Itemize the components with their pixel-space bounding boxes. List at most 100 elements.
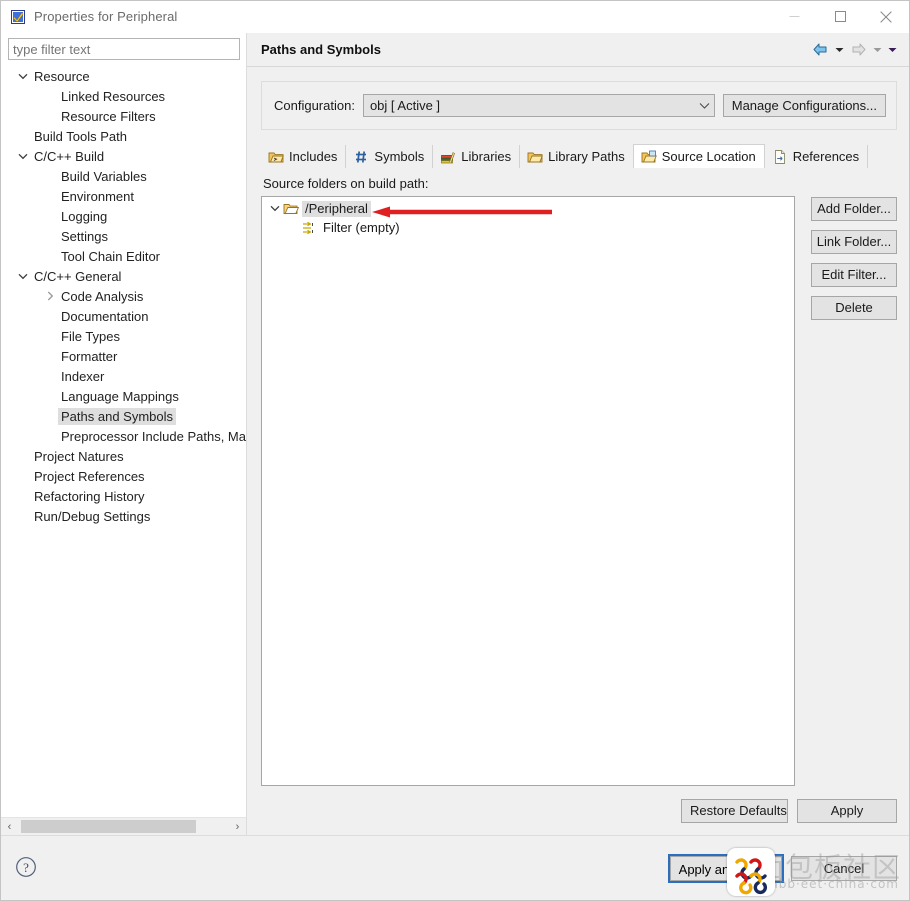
configuration-combo[interactable]: obj [ Active ] (362, 94, 715, 117)
page-nav-buttons (809, 39, 899, 61)
close-button[interactable] (863, 1, 909, 32)
source-folder-label: Filter (empty) (323, 219, 400, 235)
tab-symbols[interactable]: Symbols (345, 145, 434, 168)
back-arrow-icon[interactable] (809, 39, 831, 61)
forward-arrow-icon[interactable] (847, 39, 869, 61)
settings-nav-pane: Resource Linked Resources Resource Filters… (1, 33, 247, 835)
sidebar-item-file-types[interactable]: File Types (1, 326, 246, 346)
sidebar-item-indexer[interactable]: Indexer (1, 366, 246, 386)
tab-includes[interactable]: Includes (261, 145, 347, 168)
library-folder-icon (527, 149, 544, 165)
tab-libraries[interactable]: Libraries (432, 145, 521, 168)
tab-label: Symbols (374, 149, 425, 164)
svg-text:?: ? (23, 860, 29, 875)
sidebar-item-settings[interactable]: Settings (1, 226, 246, 246)
delete-button[interactable]: Delete (811, 296, 897, 320)
sidebar-item-resource-filters[interactable]: Resource Filters (1, 106, 246, 126)
sidebar-item-label: Project References (34, 468, 145, 484)
sidebar-item-label: Run/Debug Settings (34, 508, 151, 524)
dialog-body: Resource Linked Resources Resource Filters… (1, 33, 909, 835)
sidebar-item-project-natures[interactable]: Project Natures (1, 446, 246, 466)
page-title: Paths and Symbols (261, 42, 381, 57)
tab-label: References (792, 149, 860, 164)
sidebar-item-linked-resources[interactable]: Linked Resources (1, 86, 246, 106)
filter-container (1, 33, 246, 64)
sidebar-item-run-debug-settings[interactable]: Run/Debug Settings (1, 506, 246, 526)
sidebar-item-label: Build Variables (61, 168, 147, 184)
title-bar: Properties for Peripheral (1, 1, 909, 33)
sidebar-item-label: Formatter (61, 348, 118, 364)
sidebar-item-build-variables[interactable]: Build Variables (1, 166, 246, 186)
tab-label: Libraries (461, 149, 512, 164)
tab-references[interactable]: References (763, 145, 869, 168)
sidebar-item-environment[interactable]: Environment (1, 186, 246, 206)
sidebar-item-label: Refactoring History (34, 488, 145, 504)
chevron-down-icon[interactable] (15, 153, 31, 160)
help-question-icon[interactable]: ? (15, 856, 39, 880)
add-folder-button[interactable]: Add Folder... (811, 197, 897, 221)
hash-icon (353, 149, 369, 165)
source-folder-row[interactable]: /Peripheral (262, 199, 794, 218)
edit-filter-button[interactable]: Edit Filter... (811, 263, 897, 287)
chevron-down-icon[interactable] (15, 273, 31, 280)
manage-configurations-button[interactable]: Manage Configurations... (722, 94, 886, 117)
apply-and-close-button[interactable]: Apply and Close (668, 853, 784, 883)
tab-library-paths[interactable]: Library Paths (519, 145, 634, 168)
sidebar-item-label: C/C++ Build (34, 148, 105, 164)
forward-menu-chevron-down-icon[interactable] (870, 39, 884, 61)
sidebar-item-label: Resource (34, 68, 90, 84)
sidebar-item-tool-chain-editor[interactable]: Tool Chain Editor (1, 246, 246, 266)
sidebar-item-language-mappings[interactable]: Language Mappings (1, 386, 246, 406)
sidebar-item-label: Logging (61, 208, 108, 224)
chevron-down-icon[interactable] (266, 205, 283, 212)
tab-source-location[interactable]: Source Location (632, 144, 765, 168)
eclipse-checkmark-icon (10, 9, 26, 25)
sidebar-item-label: Language Mappings (61, 388, 179, 404)
sidebar-item-label: Project Natures (34, 448, 124, 464)
includes-folder-icon (268, 149, 284, 165)
nav-horizontal-scrollbar[interactable]: ‹ › (1, 817, 246, 835)
tab-label: Includes (289, 149, 338, 164)
sidebar-item-preprocessor-include-paths-macr[interactable]: Preprocessor Include Paths, Macr (1, 426, 246, 446)
settings-tree[interactable]: Resource Linked Resources Resource Filters… (1, 64, 246, 817)
link-folder-button[interactable]: Link Folder... (811, 230, 897, 254)
apply-button[interactable]: Apply (797, 799, 897, 823)
source-location-buttons[interactable]: Add Folder... Link Folder... Edit Filter..… (811, 196, 897, 786)
source-folder-label: /Peripheral (302, 200, 371, 217)
scroll-thumb[interactable] (21, 820, 196, 833)
sidebar-item-c-c-general[interactable]: C/C++ General (1, 266, 246, 286)
sidebar-item-refactoring-history[interactable]: Refactoring History (1, 486, 246, 506)
restore-defaults-button[interactable]: Restore Defaults (681, 799, 788, 823)
source-folders-list[interactable]: /Peripheral Filter (empty) (261, 196, 795, 786)
scroll-left-arrow[interactable]: ‹ (1, 818, 18, 835)
sidebar-item-logging[interactable]: Logging (1, 206, 246, 226)
configuration-label: Configuration: (274, 98, 355, 113)
sidebar-item-build-tools-path[interactable]: Build Tools Path (1, 126, 246, 146)
sidebar-item-code-analysis[interactable]: Code Analysis (1, 286, 246, 306)
settings-tabs[interactable]: Includes Symbols Libraries Library Paths Sou… (261, 144, 897, 168)
maximize-button[interactable] (817, 1, 863, 32)
sidebar-item-c-c-build[interactable]: C/C++ Build (1, 146, 246, 166)
window-title: Properties for Peripheral (34, 9, 178, 24)
page-overflow-chevron-down-icon[interactable] (885, 39, 899, 61)
sidebar-item-label: File Types (61, 328, 121, 344)
back-menu-chevron-down-icon[interactable] (832, 39, 846, 61)
minimize-button[interactable] (771, 1, 817, 32)
configuration-group: Configuration: obj [ Active ] Manage Con… (261, 81, 897, 130)
filter-icon (301, 220, 317, 236)
sidebar-item-paths-and-symbols[interactable]: Paths and Symbols (1, 406, 246, 426)
sidebar-item-label: Tool Chain Editor (61, 248, 160, 264)
cancel-button[interactable]: Cancel (791, 855, 897, 881)
sidebar-item-project-references[interactable]: Project References (1, 466, 246, 486)
chevron-down-icon[interactable] (15, 73, 31, 80)
filter-input[interactable] (8, 38, 240, 60)
sidebar-item-formatter[interactable]: Formatter (1, 346, 246, 366)
sidebar-item-label: Build Tools Path (34, 128, 127, 144)
chevron-right-icon[interactable] (42, 291, 58, 301)
sidebar-item-resource[interactable]: Resource (1, 66, 246, 86)
scroll-right-arrow[interactable]: › (229, 818, 246, 835)
sidebar-item-documentation[interactable]: Documentation (1, 306, 246, 326)
source-folder-row[interactable]: Filter (empty) (262, 218, 794, 237)
sidebar-item-label: Settings (61, 228, 108, 244)
scroll-track[interactable] (18, 818, 229, 835)
